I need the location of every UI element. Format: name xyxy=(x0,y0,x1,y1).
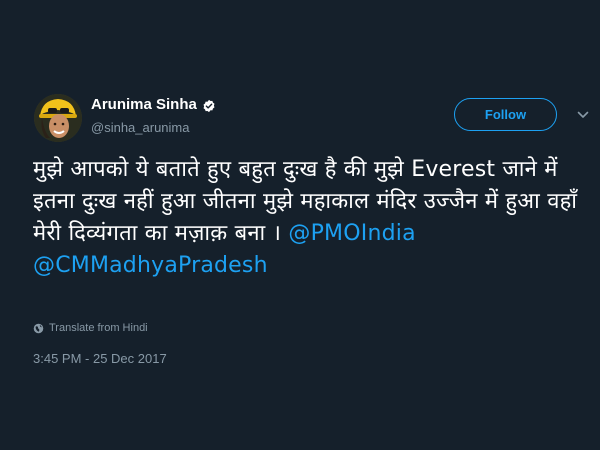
tweet-text: मुझे आपको ये बताते हुए बहुत दुःख है की म… xyxy=(33,154,578,282)
author-name-row: Arunima Sinha xyxy=(91,96,216,113)
translate-link[interactable]: Translate from Hindi xyxy=(33,322,148,334)
avatar[interactable] xyxy=(34,94,82,142)
translate-label: Translate from Hindi xyxy=(49,322,148,334)
tweet-timestamp[interactable]: 3:45 PM - 25 Dec 2017 xyxy=(33,351,167,366)
author-display-name[interactable]: Arunima Sinha xyxy=(91,96,197,113)
mention-link-cmmadhyapradesh[interactable]: @CMMadhyaPradesh xyxy=(33,253,268,278)
author-handle[interactable]: @sinha_arunima xyxy=(91,120,189,135)
mention-link-pmoindia[interactable]: @PMOIndia xyxy=(288,221,415,246)
tweet-card: Arunima Sinha @sinha_arunima Follow मुझे… xyxy=(0,0,600,450)
avatar-photo xyxy=(34,94,82,142)
chevron-down-icon[interactable] xyxy=(577,109,589,121)
globe-icon xyxy=(33,323,44,334)
verified-badge-icon xyxy=(202,98,216,112)
follow-button[interactable]: Follow xyxy=(454,98,557,131)
